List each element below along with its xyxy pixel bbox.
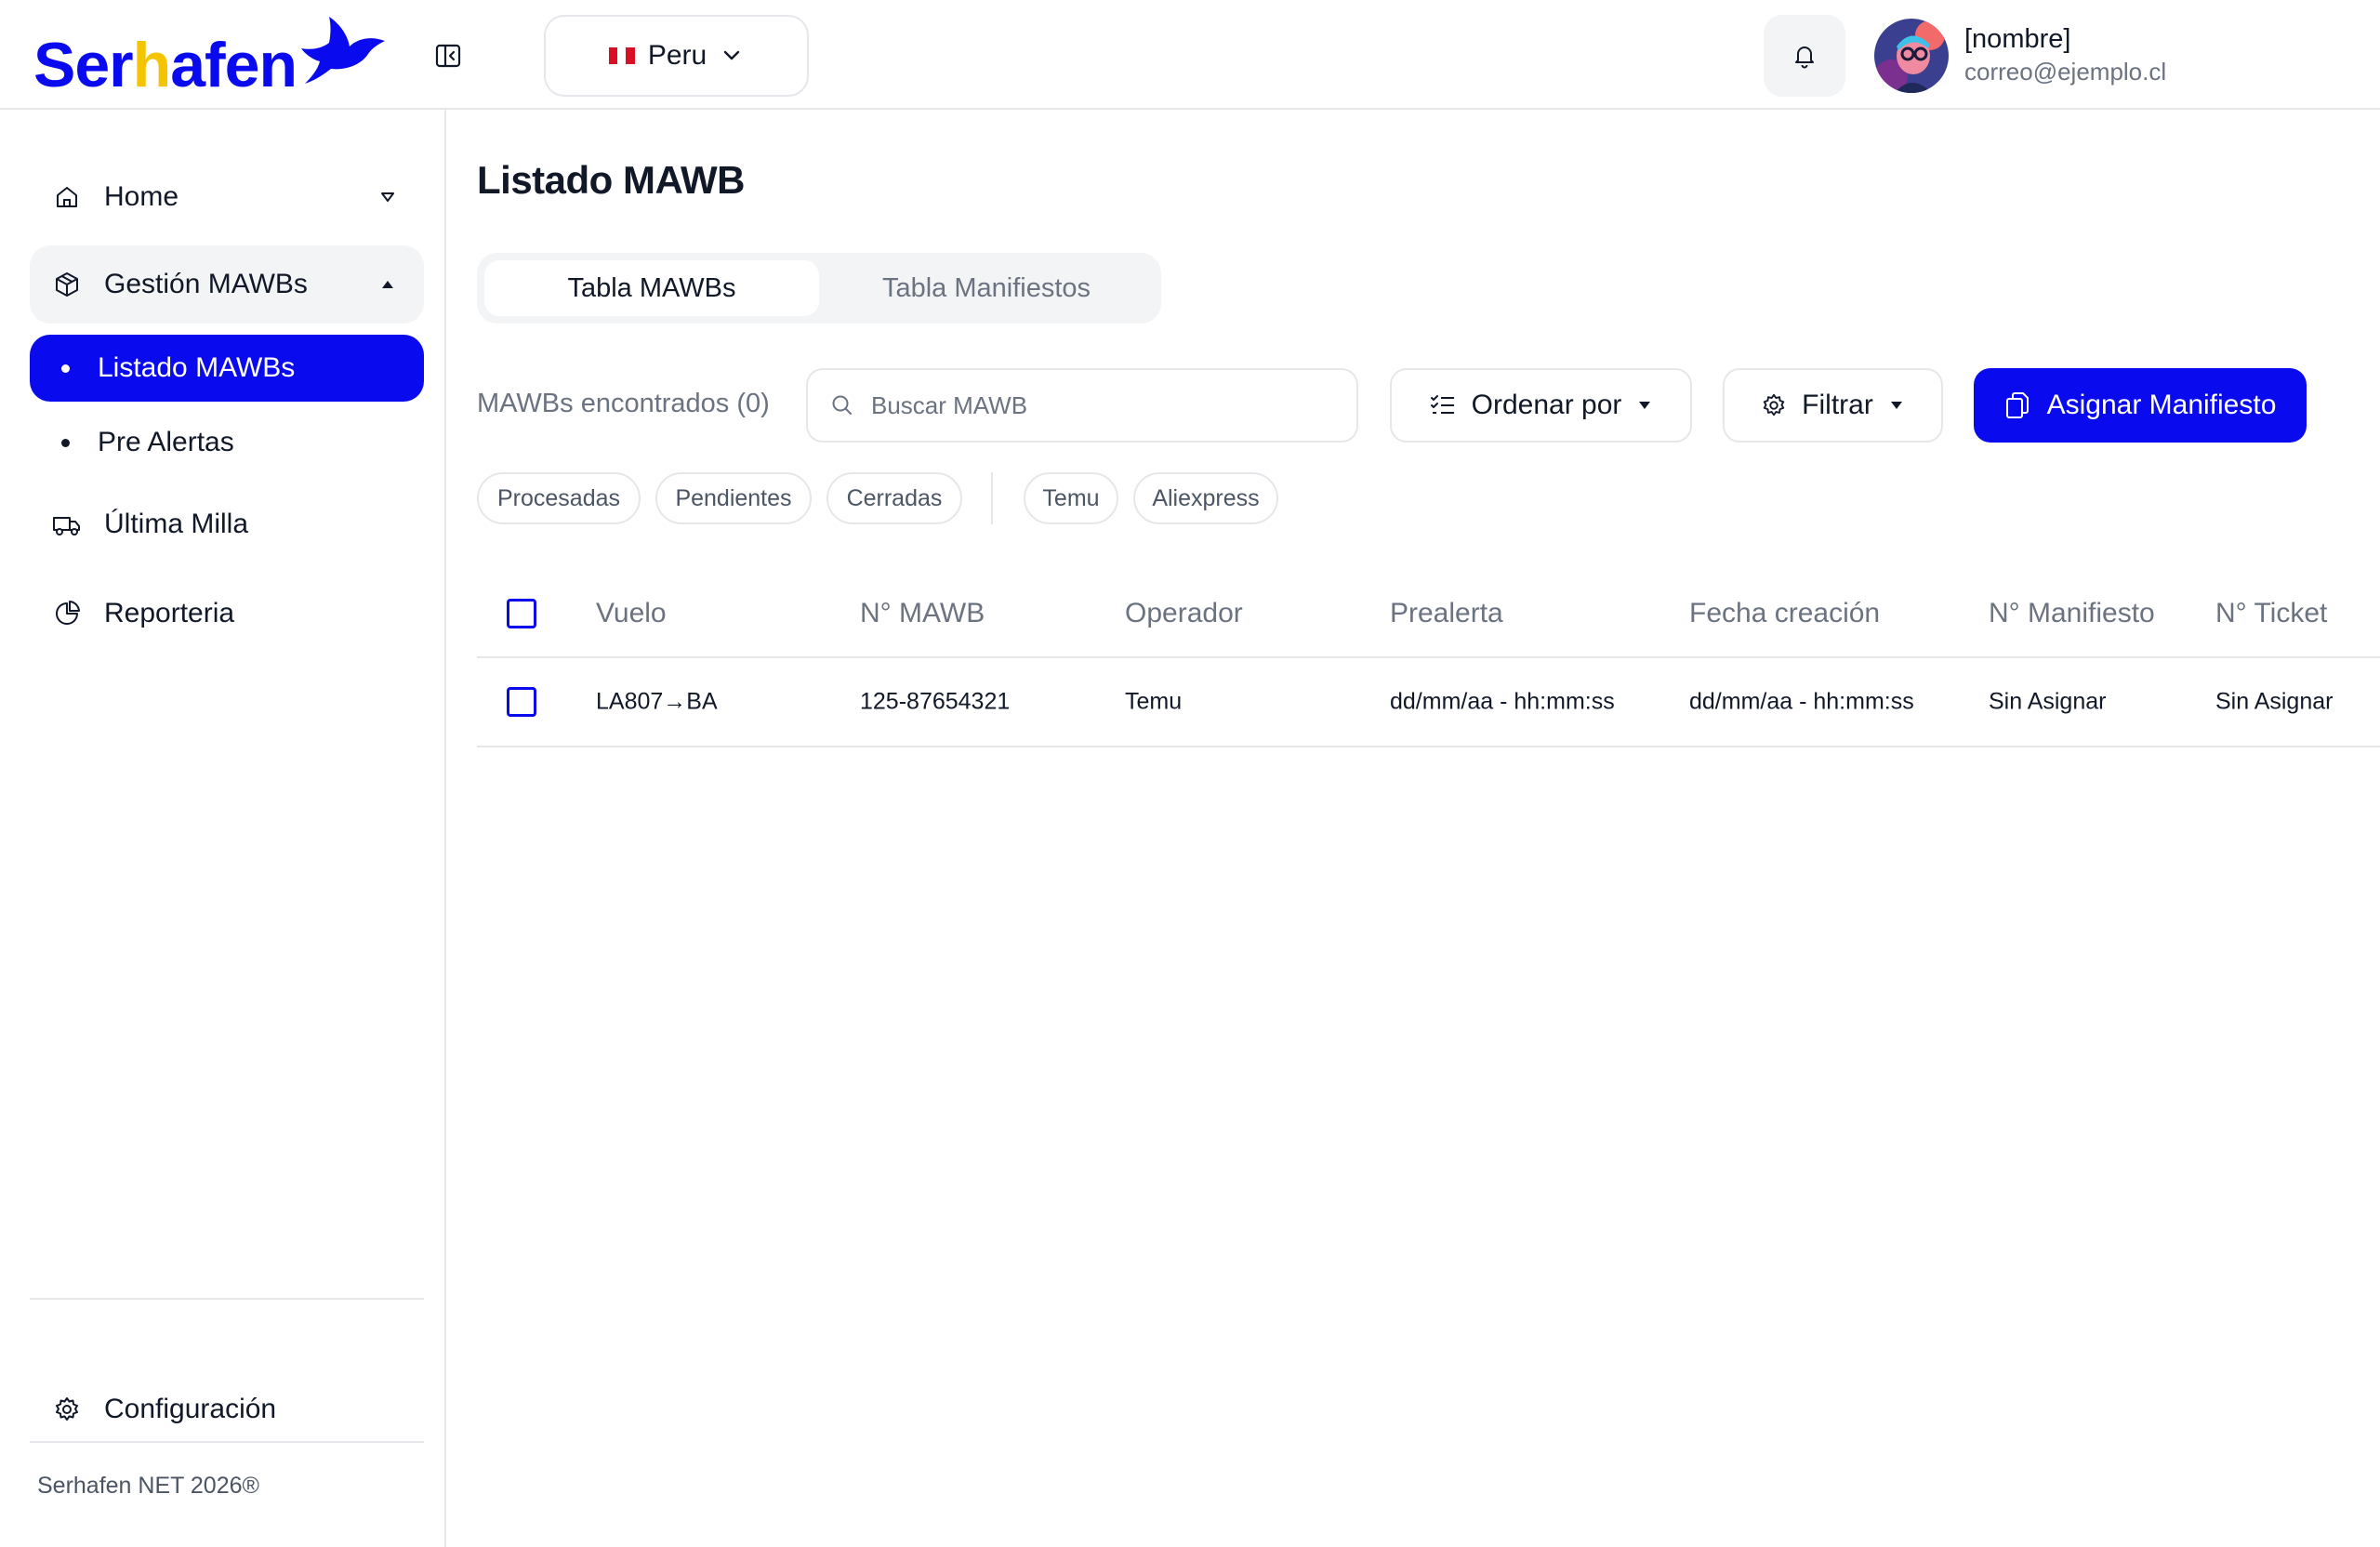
sidebar-item-label: Pre Alertas [98,427,234,457]
assign-manifest-label: Asignar Manifiesto [2046,390,2277,420]
cell-operador: Temu [1125,688,1183,715]
chip-aliexpress[interactable]: Aliexpress [1133,472,1278,524]
column-header-mawb[interactable]: N° MAWB [860,598,985,629]
table-header: Vuelo N° MAWB Operador Prealerta Fecha c… [477,571,2380,658]
column-header-fecha-creacion[interactable]: Fecha creación [1689,598,1880,629]
top-header: Serhafen Peru [nombre] correo@ejemplo.cl [0,0,2380,110]
bell-icon [1795,46,1814,69]
sidebar: Home Gestión MAWBs Listado MAWBs Pre Ale… [0,110,446,1547]
sidebar-collapse-button[interactable] [433,41,463,71]
cell-manifiesto: Sin Asignar [1989,688,2107,715]
caret-down-icon [381,192,394,202]
filter-label: Filtrar [1802,390,1873,420]
view-tabs: Tabla MAWBs Tabla Manifiestos [477,253,1161,324]
column-header-ticket[interactable]: N° Ticket [2215,598,2327,629]
sort-button[interactable]: Ordenar por [1390,368,1692,443]
filter-button[interactable]: Filtrar [1723,368,1943,443]
mawb-table: Vuelo N° MAWB Operador Prealerta Fecha c… [477,571,2380,747]
search-input[interactable] [871,390,1317,420]
sidebar-item-pre-alertas[interactable]: Pre Alertas [30,409,424,476]
sidebar-item-reporteria[interactable]: Reporteria [30,575,424,653]
select-all-checkbox[interactable] [507,599,536,628]
sidebar-item-label: Última Milla [104,509,249,539]
tab-tabla-mawbs[interactable]: Tabla MAWBs [484,260,819,316]
chip-pendientes[interactable]: Pendientes [655,472,812,524]
cell-ticket: Sin Asignar [2215,688,2334,715]
gear-icon [1763,393,1785,416]
bullet-icon [61,438,70,447]
page-title: Listado MAWB [477,158,745,202]
copy-document-icon [2005,392,2029,418]
cell-prealerta: dd/mm/aa - hh:mm:ss [1390,688,1615,715]
chip-procesadas[interactable]: Procesadas [477,472,641,524]
assign-manifest-button[interactable]: Asignar Manifiesto [1974,368,2307,443]
sidebar-item-label: Reporteria [104,598,235,628]
chip-divider [991,472,993,524]
country-label: Peru [647,40,707,71]
sidebar-item-label: Listado MAWBs [98,352,296,383]
avatar-image [1874,19,1949,93]
cell-vuelo: LA807→BA [596,688,718,715]
peru-flag-icon [608,47,635,64]
column-header-operador[interactable]: Operador [1125,598,1243,629]
package-icon [52,270,82,299]
sidebar-divider [30,1298,424,1300]
chip-cerradas[interactable]: Cerradas [826,472,962,524]
home-icon [52,182,82,212]
user-name: [nombre] [1964,24,2071,54]
bird-logo-icon [301,17,385,84]
column-header-manifiesto[interactable]: N° Manifiesto [1989,598,2155,629]
table-row[interactable]: LA807→BA 125-87654321 Temu dd/mm/aa - hh… [477,658,2380,747]
sort-label: Ordenar por [1471,390,1622,420]
sort-list-icon [1430,395,1454,414]
caret-down-icon [1890,402,1902,409]
row-checkbox[interactable] [507,687,536,717]
notifications-button[interactable] [1764,15,1845,97]
sidebar-divider [30,1441,424,1443]
user-email: correo@ejemplo.cl [1964,58,2167,86]
bullet-icon [61,364,70,373]
search-icon [832,395,852,415]
cell-fecha-creacion: dd/mm/aa - hh:mm:ss [1689,688,1914,715]
results-count: MAWBs encontrados (0) [477,389,770,418]
chevron-down-icon [723,50,740,60]
sidebar-item-label: Configuración [104,1394,277,1424]
sidebar-item-listado-mawbs[interactable]: Listado MAWBs [30,335,424,402]
country-selector[interactable]: Peru [544,15,809,97]
truck-icon [52,509,82,539]
column-header-vuelo[interactable]: Vuelo [596,598,667,629]
search-box[interactable] [806,368,1358,443]
sidebar-item-configuracion[interactable]: Configuración [30,1370,424,1448]
sidebar-toggle-icon [435,44,461,68]
tab-tabla-manifiestos[interactable]: Tabla Manifiestos [819,260,1154,316]
avatar[interactable] [1874,19,1949,93]
sidebar-item-gestion-mawbs[interactable]: Gestión MAWBs [30,245,424,324]
caret-up-icon [382,281,393,288]
pie-chart-icon [52,599,82,628]
sidebar-item-home[interactable]: Home [30,158,424,236]
cell-mawb: 125-87654321 [860,688,1011,715]
sidebar-item-ultima-milla[interactable]: Última Milla [30,485,424,563]
caret-down-icon [1639,402,1651,409]
footer-copyright: Serhafen NET 2026® [37,1473,259,1499]
sidebar-item-label: Home [104,181,179,212]
column-header-prealerta[interactable]: Prealerta [1390,598,1503,629]
logo[interactable]: Serhafen [33,13,385,97]
gear-icon [52,1395,82,1424]
chip-temu[interactable]: Temu [1024,472,1118,524]
sidebar-item-label: Gestión MAWBs [104,269,308,299]
